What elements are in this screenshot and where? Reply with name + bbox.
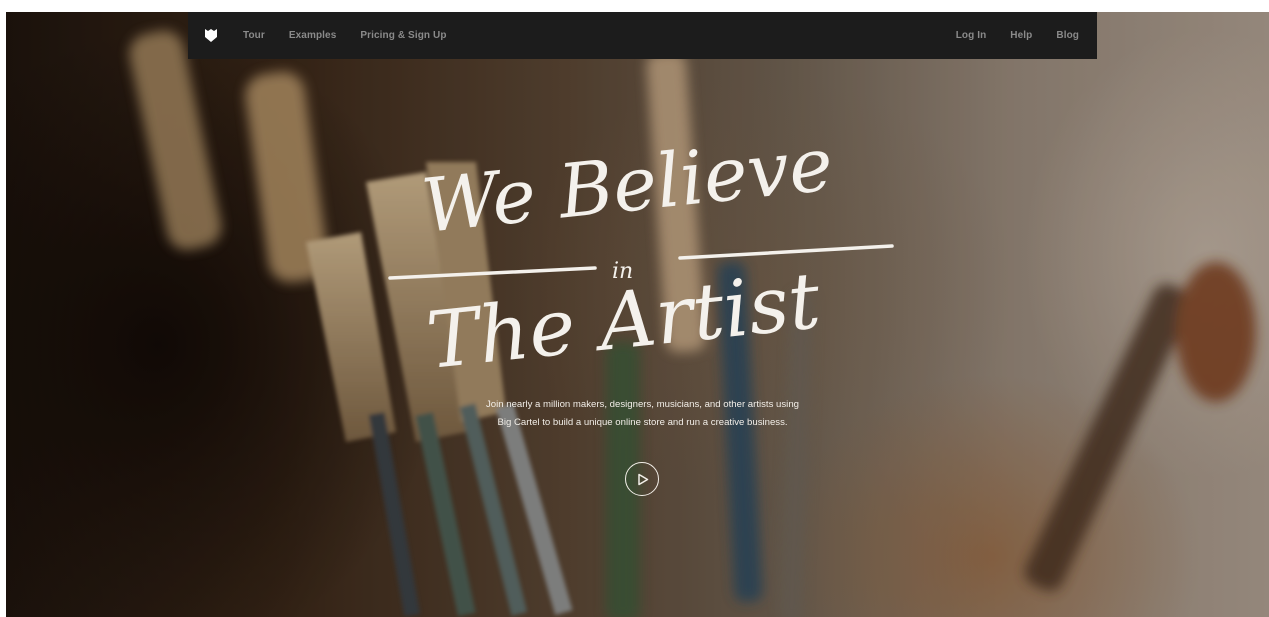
- big-cartel-logo-icon[interactable]: [204, 27, 218, 43]
- nav-link-blog[interactable]: Blog: [1056, 30, 1079, 41]
- headline-line1: We Believe: [418, 140, 837, 250]
- headline-line2: The Artist: [423, 256, 825, 387]
- hero-description: Join nearly a million makers, designers,…: [420, 396, 865, 432]
- headline-rule-left: [388, 266, 597, 280]
- top-navbar: Tour Examples Pricing & Sign Up Log In H…: [188, 12, 1097, 59]
- hero-description-line2: Big Cartel to build a unique online stor…: [497, 417, 788, 428]
- nav-left-links: Tour Examples Pricing & Sign Up: [243, 12, 471, 59]
- nav-link-pricing-signup[interactable]: Pricing & Sign Up: [360, 30, 446, 41]
- headline-rule-right: [678, 244, 894, 260]
- nav-link-examples[interactable]: Examples: [289, 30, 337, 41]
- hero-headline: We Believe in The Artist: [380, 121, 900, 400]
- nav-link-help[interactable]: Help: [1010, 30, 1032, 41]
- nav-link-login[interactable]: Log In: [956, 30, 987, 41]
- play-video-button[interactable]: [625, 462, 659, 496]
- play-icon: [638, 473, 649, 486]
- nav-link-tour[interactable]: Tour: [243, 30, 265, 41]
- nav-right-links: Log In Help Blog: [932, 12, 1079, 59]
- hero-description-line1: Join nearly a million makers, designers,…: [485, 399, 799, 410]
